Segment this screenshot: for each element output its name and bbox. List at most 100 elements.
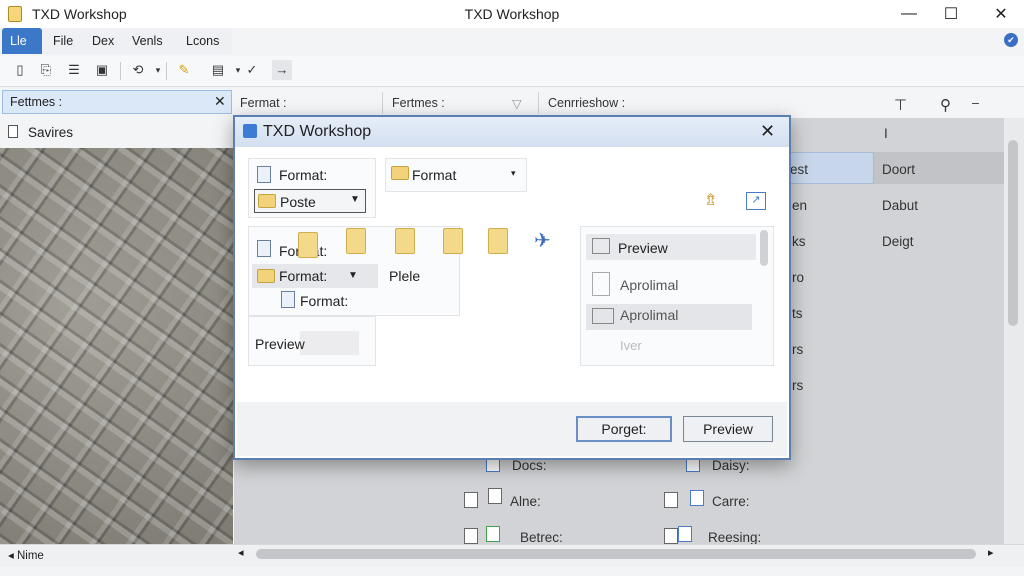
- chevron-down-icon[interactable]: ▼: [348, 270, 358, 281]
- list-item-label: Betrec:: [520, 530, 563, 545]
- scrollbar-thumb[interactable]: [760, 230, 768, 266]
- new-file-icon[interactable]: ▯: [10, 60, 30, 80]
- checkbox[interactable]: [464, 492, 478, 508]
- primary-button[interactable]: Porget:: [576, 416, 672, 442]
- file-icon: [486, 526, 500, 542]
- chevron-down-icon[interactable]: ▾: [511, 168, 516, 179]
- table-cell: ks: [792, 234, 806, 249]
- column-header-right: I: [884, 126, 888, 141]
- rocket-icon[interactable]: ✈: [534, 228, 551, 253]
- list-item-label: Reesing:: [708, 530, 762, 545]
- save-icon[interactable]: ▣: [92, 60, 112, 80]
- list-item-label: Alne:: [510, 494, 541, 509]
- close-icon[interactable]: ✕: [214, 93, 226, 110]
- folder-icon: [258, 194, 276, 208]
- edit-icon[interactable]: ✎: [174, 60, 194, 80]
- column-header-2[interactable]: Fertmes :: [392, 96, 445, 110]
- toolbar-separator: [120, 62, 121, 80]
- window-title: TXD Workshop: [464, 6, 560, 22]
- dialog-app-icon: [243, 124, 257, 138]
- format-select-value: Poste: [280, 194, 316, 210]
- preview-field[interactable]: [300, 331, 359, 355]
- script-file-icon[interactable]: [395, 228, 415, 254]
- preview-button[interactable]: Preview: [683, 416, 773, 442]
- menu-item-dex[interactable]: Dex: [84, 28, 122, 54]
- dialog-title: TXD Workshop: [263, 123, 372, 140]
- column-header-1[interactable]: Fermat :: [240, 96, 287, 110]
- file-icon: [690, 490, 704, 506]
- search-icon[interactable]: ⚲: [940, 96, 951, 114]
- preview-list-item[interactable]: Aprolimal: [620, 277, 678, 293]
- folder-icon: [257, 269, 275, 283]
- menu-item-venls[interactable]: Venls: [124, 28, 171, 54]
- list-item-label: Carre:: [712, 494, 750, 509]
- forward-icon[interactable]: →: [272, 60, 292, 80]
- document-icon: [257, 240, 271, 257]
- menu-item-lcons[interactable]: Lcons: [178, 28, 227, 54]
- text-file-icon[interactable]: [488, 228, 508, 254]
- left-pane-item-label: Savires: [28, 125, 74, 140]
- dialog-close-button[interactable]: ✕: [760, 121, 775, 142]
- table-cell: en: [792, 198, 808, 213]
- toolbar-separator: [166, 62, 167, 80]
- menu-item-file[interactable]: File: [45, 28, 81, 54]
- check-icon[interactable]: ✓: [242, 60, 262, 80]
- table-cell: ts: [792, 306, 803, 321]
- table-cell: Dabut: [882, 198, 919, 213]
- link-icon[interactable]: ⟲: [128, 60, 148, 80]
- table-cell: Deigt: [882, 234, 914, 249]
- preview-list-item[interactable]: Aprolimal: [620, 307, 678, 323]
- scrollbar-thumb[interactable]: [1008, 140, 1018, 326]
- collapse-icon[interactable]: –: [972, 96, 979, 110]
- checkbox[interactable]: [664, 528, 678, 544]
- list-item-label: Daisy:: [712, 458, 750, 473]
- table-cell: rs: [792, 378, 804, 393]
- format-list-label: Format:: [300, 293, 349, 309]
- preview-list-item[interactable]: Iver: [620, 338, 642, 353]
- pin-icon[interactable]: ⊤: [894, 96, 907, 114]
- column-divider: [382, 92, 383, 114]
- expand-icon[interactable]: ↗: [746, 192, 766, 210]
- table-cell: ro: [792, 270, 805, 285]
- list-icon: [592, 308, 614, 324]
- image-file-icon[interactable]: [443, 228, 463, 254]
- list-icon[interactable]: ☰: [64, 60, 84, 80]
- close-button[interactable]: ✕: [978, 0, 1024, 28]
- folder-icon[interactable]: [298, 232, 318, 258]
- texture-preview-image: [0, 148, 233, 544]
- checkbox[interactable]: [664, 492, 678, 508]
- minimize-button[interactable]: —: [886, 0, 932, 28]
- chevron-down-icon[interactable]: ▾: [148, 60, 168, 80]
- file-icon: [488, 488, 502, 504]
- list-item-label: Docs:: [512, 458, 547, 473]
- horizontal-scrollbar-thumb[interactable]: [256, 549, 976, 559]
- maximize-button[interactable]: ☐: [928, 0, 974, 28]
- column-divider: [538, 92, 539, 114]
- document-icon: [281, 291, 295, 308]
- format-list-dropdown: Format:: [279, 268, 328, 284]
- plele-label: Plele: [389, 268, 421, 284]
- properties-icon[interactable]: ▤: [208, 60, 228, 80]
- filter-icon[interactable]: ▽: [512, 96, 522, 111]
- folder-icon[interactable]: [346, 228, 366, 254]
- upload-icon[interactable]: ⇯: [704, 190, 717, 210]
- table-cell: rs: [792, 342, 804, 357]
- preview-list-header[interactable]: [586, 234, 756, 260]
- checkbox[interactable]: [464, 528, 478, 544]
- column-header-3[interactable]: Cenrrieshow :: [548, 96, 625, 110]
- menu-item-lle[interactable]: Lle: [2, 28, 42, 54]
- help-icon[interactable]: ✔: [1004, 33, 1018, 47]
- table-cell: est: [790, 162, 809, 177]
- scroll-left-icon[interactable]: ◂: [238, 546, 244, 559]
- format-label: Format:: [279, 167, 328, 183]
- folder-icon: [391, 166, 409, 180]
- scroll-right-icon[interactable]: ▸: [988, 546, 994, 559]
- document-icon: [257, 166, 271, 183]
- status-text: ◂ Nime: [8, 550, 44, 562]
- chevron-down-icon[interactable]: ▼: [350, 194, 360, 205]
- file-icon: [678, 526, 692, 542]
- copy-icon[interactable]: ⎘: [36, 60, 56, 80]
- left-pane-title: Fettmes :: [10, 95, 63, 109]
- preview-label: Preview: [255, 336, 305, 352]
- preview-list-item: Preview: [618, 240, 668, 256]
